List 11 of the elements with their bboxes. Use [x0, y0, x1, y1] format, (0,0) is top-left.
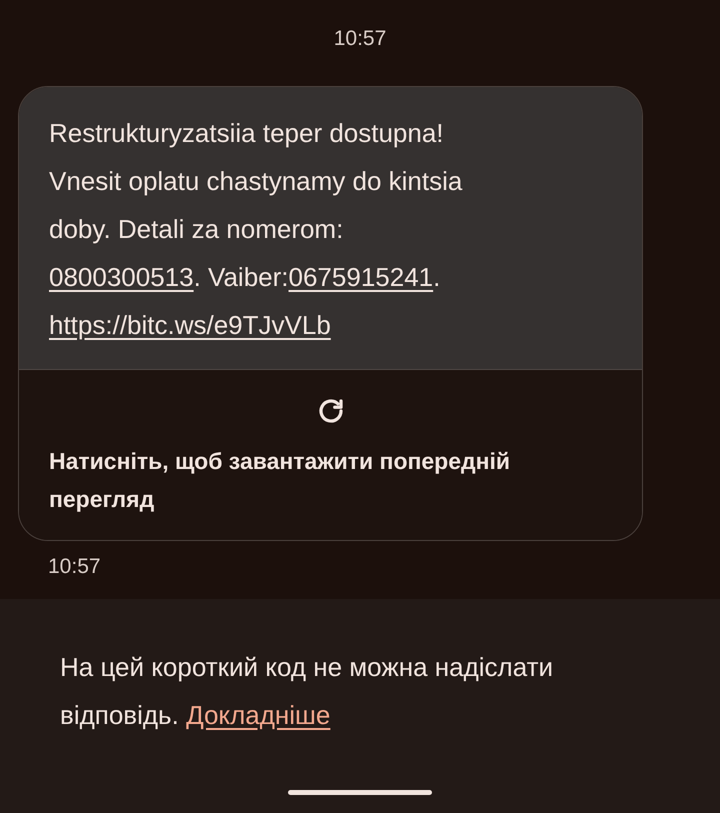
message-link[interactable]: https://bitc.ws/e9TJvVLb	[49, 310, 331, 340]
learn-more-link[interactable]: Докладніше	[186, 700, 330, 730]
message-link[interactable]: 0675915241	[288, 262, 434, 292]
message-text: Restrukturyzatsiia teper dostupna! Vnesit oplatu chastynamy do kintsia doby. Detali za nomerom: 0800300513. Vaiber:0675915241. https://bitc.ws/e9TJvVLb	[49, 117, 464, 342]
message-bubble[interactable]: Restrukturyzatsiia teper dostupna! Vnesit oplatu chastynamy do kintsia doby. Detali za nomerom: 0800300513. Vaiber:0675915241. https://bitc.ws/e9TJvVLb Натисніть, щоб завантажити попередній перегляд	[18, 86, 643, 541]
reply-notice-text: На цей короткий код не можна надіслати відповідь. Докладніше	[60, 651, 554, 732]
message-time: 10:57	[48, 555, 101, 578]
preview-prompt: Натисніть, щоб завантажити попередній перегляд	[49, 447, 512, 514]
timestamp: 10:57	[334, 26, 386, 52]
home-indicator[interactable]	[288, 790, 432, 795]
message-link[interactable]: 0800300513	[49, 262, 194, 292]
